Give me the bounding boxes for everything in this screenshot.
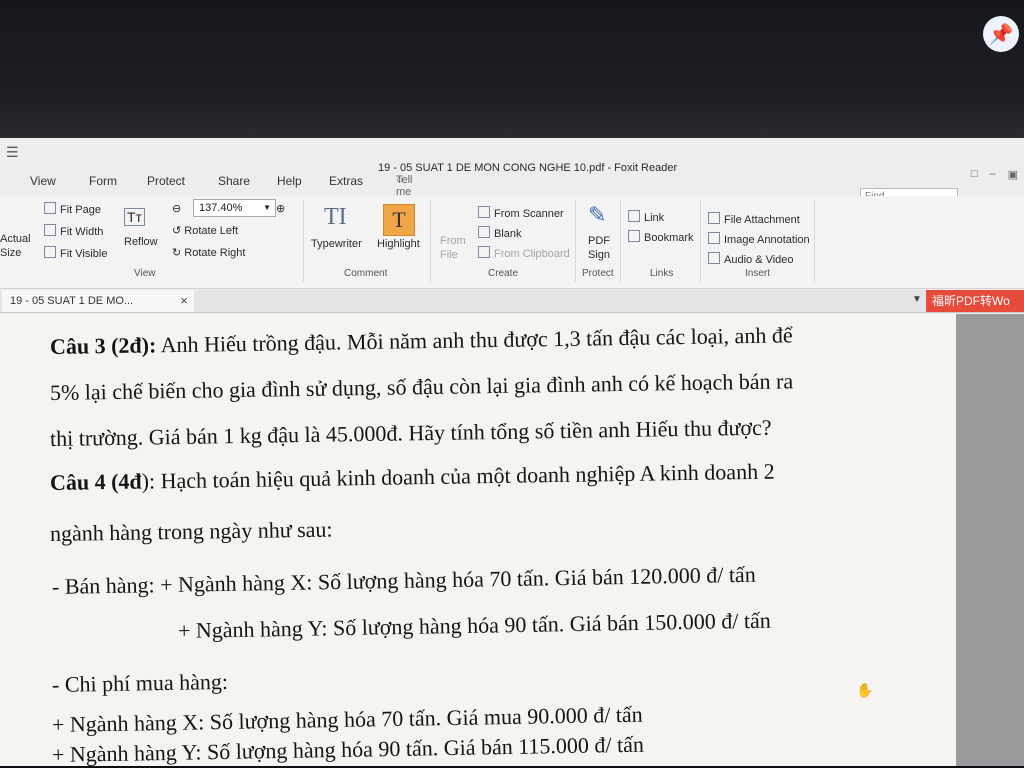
audio-video-button[interactable]: Audio & Video [708,252,794,266]
rotate-left-button[interactable]: ↺ Rotate Left [172,224,238,237]
create-group-label: Create [488,268,519,279]
fit-width-label: Fit Width [60,226,104,238]
audio-video-label: Audio & Video [724,254,794,266]
link-button[interactable]: Link [628,210,664,224]
reflow-button[interactable]: Reflow [124,236,158,248]
document-tab-label: 19 - 05 SUAT 1 DE MO... [10,295,134,307]
monitor-bezel [0,0,1024,140]
rotate-left-icon: ↺ [172,225,185,237]
q4-line-2: ngành hàng trong ngày như sau: [49,516,333,546]
comment-group-label: Comment [344,268,388,279]
document-tab[interactable]: 19 - 05 SUAT 1 DE MO... × [2,290,194,312]
rotate-right-label: Rotate Right [184,247,246,259]
from-clipboard-label: From Clipboard [494,248,570,260]
hand-cursor-icon: ✋ [856,682,874,698]
blank-page-icon [478,226,490,238]
fit-visible-label: Fit Visible [60,248,108,260]
separator [814,200,815,282]
highlight-button[interactable]: Highlight [377,238,420,250]
scanner-icon [478,206,490,218]
attachment-icon [708,212,720,224]
file-attachment-label: File Attachment [724,214,800,226]
fit-page-label: Fit Page [60,204,101,216]
separator [620,200,621,282]
bookmark-button[interactable]: Bookmark [628,230,694,244]
link-icon [628,210,640,222]
pdf-sign-button[interactable]: PDF Sign [588,234,610,262]
fit-page-icon [44,202,56,214]
q4-label: Câu 4 (4đ [49,468,142,495]
cost-heading-line: - Chi phí mua hàng: [51,668,229,697]
links-group-label: Links [650,268,674,279]
fit-width-button[interactable]: Fit Width [44,224,103,238]
document-tab-bar: 19 - 05 SUAT 1 DE MO... × ▼ 福昕PDF转Wo [0,290,1024,313]
image-annotation-label: Image Annotation [724,234,810,246]
separator [575,200,576,282]
image-icon [708,232,720,244]
from-file-button[interactable]: From File [440,234,470,262]
link-label: Link [644,212,665,224]
separator [700,200,701,282]
separator [430,200,431,282]
menu-help[interactable]: Help [277,174,302,188]
pdf-convert-promo[interactable]: 福昕PDF转Wo [926,290,1024,312]
quick-access-icon[interactable]: ☰ [6,144,19,161]
fit-page-button[interactable]: Fit Page [44,202,101,216]
fit-visible-icon [44,246,56,258]
fit-visible-button[interactable]: Fit Visible [44,246,107,260]
zoom-level-select[interactable]: 137.40% ▼ [193,199,276,217]
q3-label: Câu 3 (2đ): [49,332,157,359]
menu-extras[interactable]: Extras [329,174,363,188]
clipboard-icon [478,246,490,258]
image-annotation-button[interactable]: Image Annotation [708,232,810,246]
menu-form[interactable]: Form [89,174,117,188]
window-title: 19 - 05 SUAT 1 DE MON CONG NGHE 10.pdf -… [378,162,678,174]
view-group-label: View [134,268,156,279]
fit-width-icon [44,224,56,236]
menu-view[interactable]: View [30,174,56,188]
close-tab-icon[interactable]: × [180,290,188,312]
protect-group-label: Protect [582,268,614,279]
highlight-icon: T [383,204,415,236]
zoom-value: 137.40% [199,202,243,214]
actual-size-button[interactable]: Actual Size [0,232,34,260]
from-scanner-label: From Scanner [494,208,564,220]
insert-group-label: Insert [745,268,771,279]
typewriter-button[interactable]: Typewriter [311,238,362,250]
bookmark-icon [628,230,640,242]
pin-icon[interactable]: 📌 [983,16,1019,52]
page-gutter [956,314,1024,766]
typewriter-icon: TI [324,204,347,230]
rotate-right-button[interactable]: ↻ Rotate Right [172,246,245,259]
zoom-in-icon[interactable]: ⊕ [276,202,285,215]
separator [303,200,304,282]
blank-label: Blank [494,228,522,240]
file-attachment-button[interactable]: File Attachment [708,212,800,226]
rotate-left-label: Rotate Left [184,225,239,237]
menu-share[interactable]: Share [218,174,250,188]
chevron-down-icon: ▼ [263,203,271,212]
from-scanner-button[interactable]: From Scanner [478,206,564,220]
tab-list-dropdown-icon[interactable]: ▼ [912,294,922,305]
reflow-icon: Tт [124,208,145,226]
pen-sign-icon: ✎ [588,202,607,227]
rotate-right-icon: ↻ [172,247,185,259]
ribbon-toolbar: Actual Size Fit Page Fit Width Fit Visib… [0,196,1024,289]
bookmark-label: Bookmark [644,232,694,244]
zoom-out-icon[interactable]: ⊖ [172,202,181,215]
from-clipboard-button[interactable]: From Clipboard [478,246,570,260]
blank-button[interactable]: Blank [478,226,522,240]
video-icon [708,252,720,264]
menu-protect[interactable]: Protect [147,174,185,188]
actual-size-label: Actual Size [0,233,31,259]
